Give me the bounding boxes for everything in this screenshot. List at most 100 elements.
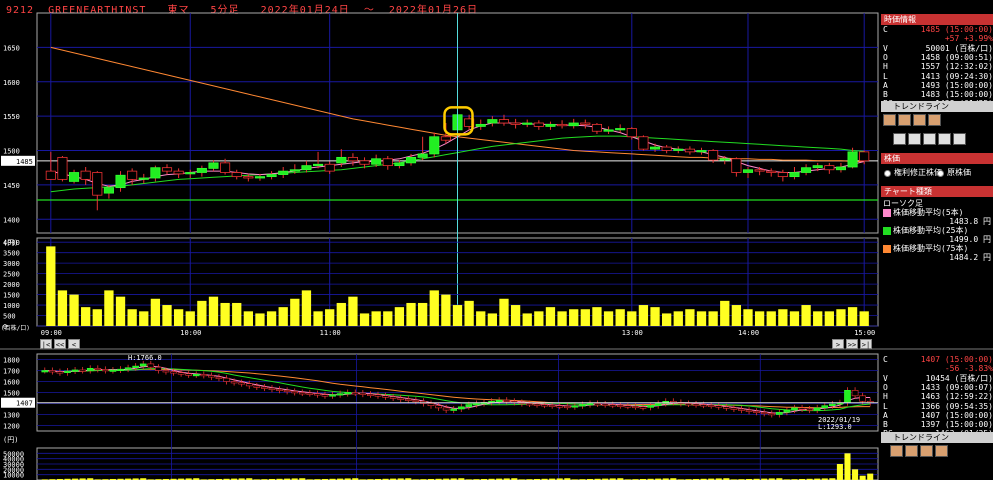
candle2-38 — [329, 394, 336, 397]
candle2-47 — [397, 397, 405, 400]
candle2-3 — [64, 370, 71, 373]
volume-bar-1 — [57, 290, 68, 326]
candle2-51 — [427, 403, 435, 406]
first-page-button[interactable]: |< — [40, 339, 52, 349]
candle2-68 — [556, 405, 564, 408]
candle2-55 — [457, 406, 465, 410]
horizontal-line-tool[interactable] — [898, 114, 911, 126]
candle-65 — [801, 167, 812, 173]
trendline-toolbar[interactable]: トレンドライン — [881, 101, 993, 112]
candle-70 — [859, 151, 870, 162]
volume-bar-37 — [476, 311, 486, 326]
candle2-21 — [200, 374, 208, 377]
candle-37 — [475, 123, 486, 127]
volume-bar-7 — [127, 309, 137, 326]
candle2-39 — [336, 393, 344, 396]
volume-bar-43 — [545, 307, 556, 326]
candle-32 — [417, 153, 428, 158]
quote2-key-0: C — [883, 355, 888, 364]
candle2-26 — [238, 382, 246, 385]
candle2-46 — [389, 396, 397, 399]
trendline-label: トレンドライン — [893, 102, 949, 111]
candle2-19 — [185, 373, 192, 376]
candle2-34 — [298, 392, 306, 395]
select-tool-icon[interactable] — [893, 133, 906, 145]
volume-bar-53 — [662, 313, 672, 326]
candle2-32 — [283, 389, 291, 393]
trendline-toolbar-2[interactable]: トレンドライン — [881, 432, 993, 443]
volume-bar-41 — [522, 313, 532, 326]
copy-tool-icon[interactable] — [908, 133, 921, 145]
candle2-18 — [177, 372, 185, 375]
time-tick-4: 13:00 — [622, 329, 643, 337]
volume-bar-35 — [452, 305, 463, 326]
trendline-draw-tool-2[interactable] — [890, 445, 903, 457]
candle2-95 — [760, 411, 768, 415]
save-tool-icon[interactable] — [953, 133, 966, 145]
original-price-radio[interactable] — [937, 170, 944, 177]
candle2-4 — [71, 369, 79, 372]
candle2-76 — [616, 404, 624, 407]
volume-bar-63 — [778, 309, 788, 326]
volume-bar-39 — [499, 298, 509, 326]
next-page-button[interactable]: >> — [846, 339, 858, 349]
candle-31 — [405, 156, 417, 164]
candle-9 — [150, 167, 161, 179]
ma-swatch-2 — [883, 245, 891, 253]
candle2-22 — [208, 375, 215, 378]
candle2-49 — [412, 399, 420, 403]
candle-28 — [371, 158, 382, 165]
candle2-10 — [117, 368, 124, 371]
volume-bar-55 — [685, 309, 695, 326]
candle-52 — [649, 146, 661, 150]
chart-canvas[interactable]: 1400 1450 1500 1550 1600 1650 09:00 10:00 11:00 1… — [0, 0, 993, 480]
volume-bar-32 — [417, 302, 428, 326]
candle-17 — [243, 176, 254, 179]
adjusted-price-label: 権利修正株価 — [894, 168, 942, 177]
prev-button[interactable]: < — [68, 339, 80, 349]
fibonacci-tool-2[interactable] — [920, 445, 933, 457]
price2-tick-5: 1700 — [3, 368, 20, 376]
candle-55 — [684, 148, 695, 153]
price-tick-1: 1450 — [3, 182, 20, 190]
candle2-48 — [404, 398, 412, 401]
candle2-2 — [56, 371, 64, 374]
volume-tick-1: 500 — [3, 313, 16, 321]
volume2-bar-107 — [852, 469, 859, 480]
ma-swatch-1 — [883, 227, 891, 235]
price2-tick-0: 1200 — [3, 423, 20, 431]
volume-bar-3 — [81, 307, 91, 326]
clear-tool-icon[interactable] — [938, 133, 951, 145]
volume-bar-46 — [580, 309, 590, 326]
candle-11 — [173, 170, 184, 175]
candle-1 — [57, 156, 68, 180]
candle-12 — [185, 172, 196, 175]
volume-tick-7: 3500 — [3, 250, 20, 258]
volume-bar-36 — [464, 300, 474, 326]
last-page-button[interactable]: >| — [860, 339, 872, 349]
horizontal-line-tool-2[interactable] — [905, 445, 918, 457]
price-tick-3: 1550 — [3, 113, 20, 121]
candle-60 — [742, 169, 754, 173]
trendline-draw-tool[interactable] — [883, 114, 896, 126]
candle2-45 — [382, 395, 389, 398]
quote-key-0: C — [883, 25, 888, 34]
candle-58 — [719, 158, 730, 161]
next-button[interactable]: > — [832, 339, 844, 349]
delete-line-tool-2[interactable] — [935, 445, 948, 457]
candle2-31 — [276, 388, 283, 392]
volume-bar-45 — [569, 309, 579, 326]
price-tick-2: 1500 — [3, 148, 20, 156]
candle-39 — [498, 119, 510, 124]
fibonacci-tool[interactable] — [913, 114, 926, 126]
volume-bar-62 — [766, 311, 776, 326]
candle2-102 — [813, 407, 821, 411]
paste-tool-icon[interactable] — [923, 133, 936, 145]
candle-7 — [127, 170, 138, 180]
candle-26 — [347, 156, 358, 162]
prev-page-button[interactable]: << — [54, 339, 66, 349]
candle2-67 — [548, 404, 556, 407]
volume-bar-25 — [336, 302, 346, 326]
adjusted-price-radio[interactable] — [884, 170, 891, 177]
delete-line-tool[interactable] — [928, 114, 941, 126]
